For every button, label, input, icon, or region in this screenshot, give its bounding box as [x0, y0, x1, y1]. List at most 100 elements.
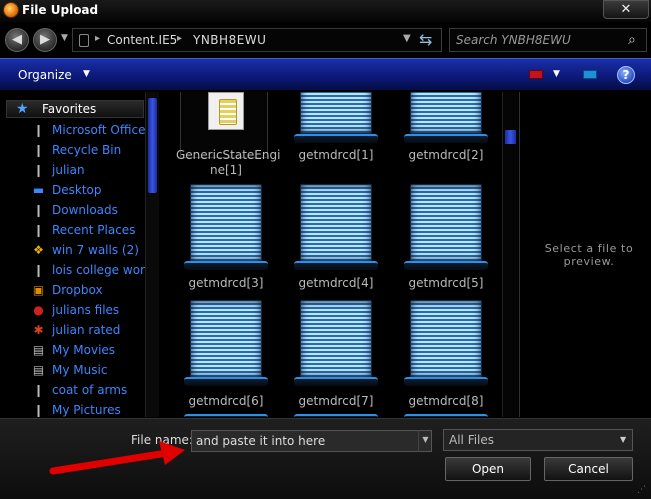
sidebar-item-my-pictures[interactable]: ❙ My Pictures: [0, 400, 145, 417]
sidebar-item-label: julians files: [52, 303, 120, 317]
cancel-button[interactable]: Cancel: [544, 457, 633, 481]
file-item-genericstateengine[interactable]: GenericStateEngi ne[1]: [176, 92, 280, 182]
favorites-label[interactable]: Favorites: [42, 102, 96, 116]
close-button[interactable]: ✕: [603, 0, 649, 19]
file-thumbnail-icon: [300, 300, 372, 378]
file-name-value: and paste it into here: [196, 434, 326, 448]
sidebar-item-microsoft-office[interactable]: ❙ Microsoft Office: [0, 120, 145, 140]
breadcrumb-separator-icon[interactable]: ▸: [177, 33, 182, 44]
chevron-down-icon[interactable]: ▼: [403, 33, 411, 44]
sidebar-item-label: julian rated: [52, 323, 121, 337]
organize-button[interactable]: Organize: [18, 68, 72, 82]
file-name: getmdrcd[1]: [298, 148, 374, 162]
file-thumbnail-partial: [184, 414, 268, 417]
chevron-down-icon[interactable]: ▼: [553, 69, 560, 79]
file-name: getmdrcd[7]: [298, 394, 374, 408]
windows-logo-icon: ❖: [33, 243, 44, 257]
file-thumbnail-base: [294, 261, 378, 270]
back-button[interactable]: ◀: [5, 28, 29, 52]
file-name: getmdrcd[8]: [408, 394, 484, 408]
file-list-scroll-thumb[interactable]: [505, 130, 516, 144]
file-thumbnail-icon: [410, 184, 482, 262]
folder-icon: ❙: [33, 123, 44, 137]
file-thumbnail-icon: [300, 92, 372, 134]
file-name-input[interactable]: and paste it into here: [191, 430, 432, 452]
movies-icon: ▤: [32, 343, 45, 357]
sidebar-item-julians-files[interactable]: ● julians files: [0, 300, 145, 320]
dropbox-icon: ▣: [32, 283, 45, 297]
file-thumbnail-base: [294, 134, 378, 143]
file-item[interactable]: getmdrcd[5]: [396, 184, 496, 294]
folder-icon: [79, 34, 89, 47]
file-item[interactable]: getmdrcd[3]: [176, 184, 276, 294]
sidebar-item-downloads[interactable]: ❙ Downloads: [0, 200, 145, 220]
sidebar-item-label: julian: [52, 163, 85, 177]
file-thumbnail-icon: [410, 92, 482, 134]
sidebar-item-label: win 7 walls (2): [52, 243, 139, 257]
chevron-down-icon[interactable]: ▼: [83, 69, 90, 79]
sidebar-scroll-thumb[interactable]: [148, 98, 157, 193]
star-icon: ★: [16, 101, 29, 117]
file-list-scrollbar[interactable]: [502, 92, 518, 417]
sidebar-item-label: My Movies: [52, 343, 116, 357]
sidebar-item-coat-of-arms[interactable]: ❙ coat of arms: [0, 380, 145, 400]
sidebar-item-label: lois college work: [52, 263, 152, 277]
forward-button[interactable]: ▶: [33, 28, 57, 52]
chevron-down-icon[interactable]: ▼: [418, 430, 432, 452]
recent-pages-dropdown-icon[interactable]: ▼: [61, 33, 68, 43]
command-toolbar: Organize ▼ ▼ ?: [0, 58, 651, 91]
preview-placeholder-text: Select a file to preview.: [544, 242, 634, 268]
file-thumbnail-icon: [190, 184, 262, 262]
preview-pane-icon[interactable]: [583, 70, 597, 79]
file-thumbnail-partial: [294, 414, 378, 417]
file-name: getmdrcd[2]: [408, 148, 484, 162]
sidebar-item-my-music[interactable]: ▤ My Music: [0, 360, 145, 380]
file-thumbnail-base: [404, 134, 488, 143]
sidebar-item-julian-rated[interactable]: ✱ julian rated: [0, 320, 145, 340]
sidebar-item-recycle-bin[interactable]: ❙ Recycle Bin: [0, 140, 145, 160]
change-view-icon[interactable]: [529, 70, 543, 79]
resize-grip-icon[interactable]: ⋰: [637, 485, 646, 495]
search-icon[interactable]: ⌕: [628, 32, 636, 48]
sidebar-item-desktop[interactable]: ▬ Desktop: [0, 180, 145, 200]
file-item[interactable]: getmdrcd[1]: [286, 92, 386, 182]
sidebar-scrollbar[interactable]: [145, 92, 159, 417]
file-type-value: All Files: [449, 433, 495, 447]
pictures-icon: ❙: [33, 403, 44, 417]
address-bar[interactable]: ▸ Content.IE5 ▸ YNBH8EWU ▼ ⇆: [72, 28, 442, 52]
window-title: File Upload: [22, 3, 99, 17]
search-input[interactable]: Search YNBH8EWU ⌕: [449, 28, 647, 52]
annotation-arrow-icon: [49, 441, 185, 475]
file-name: getmdrcd[4]: [298, 276, 374, 290]
file-name: getmdrcd[6]: [188, 394, 264, 408]
sidebar-item-my-movies[interactable]: ▤ My Movies: [0, 340, 145, 360]
sidebar-item-label: Microsoft Office: [52, 123, 146, 137]
file-name: getmdrcd[3]: [188, 276, 264, 290]
breadcrumb-current-folder[interactable]: YNBH8EWU: [193, 33, 266, 47]
preview-pane: Select a file to preview.: [519, 92, 651, 417]
sidebar-item-recent-places[interactable]: ❙ Recent Places: [0, 220, 145, 240]
open-button[interactable]: Open: [445, 457, 531, 481]
sidebar-item-label: Recent Places: [52, 223, 136, 237]
file-item[interactable]: getmdrcd[2]: [396, 92, 496, 182]
file-name: getmdrcd[5]: [408, 276, 484, 290]
sidebar-item-julian[interactable]: ❙ julian: [0, 160, 145, 180]
breadcrumb-separator-icon[interactable]: ▸: [95, 33, 100, 44]
file-thumbnail-base: [184, 377, 268, 386]
title-bar: File Upload ✕: [0, 0, 651, 22]
refresh-icon[interactable]: ⇆: [419, 30, 432, 49]
file-item[interactable]: getmdrcd[4]: [286, 184, 386, 294]
file-item[interactable]: getmdrcd[6]: [176, 300, 276, 410]
sidebar-item-label: My Pictures: [52, 403, 121, 417]
breadcrumb-content-ie5[interactable]: Content.IE5: [107, 33, 177, 47]
script-file-icon: [208, 92, 244, 130]
help-icon[interactable]: ?: [617, 66, 635, 84]
sidebar-item-lois-college-work[interactable]: ❙ lois college work: [0, 260, 151, 280]
sidebar-item-win-7-walls[interactable]: ❖ win 7 walls (2): [0, 240, 145, 260]
downloads-icon: ❙: [33, 203, 44, 217]
file-item[interactable]: getmdrcd[7]: [286, 300, 386, 410]
file-type-select[interactable]: All Files ▼: [443, 429, 633, 451]
sidebar-item-dropbox[interactable]: ▣ Dropbox: [0, 280, 145, 300]
file-item[interactable]: getmdrcd[8]: [396, 300, 496, 410]
rated-star-icon: ✱: [33, 323, 44, 337]
